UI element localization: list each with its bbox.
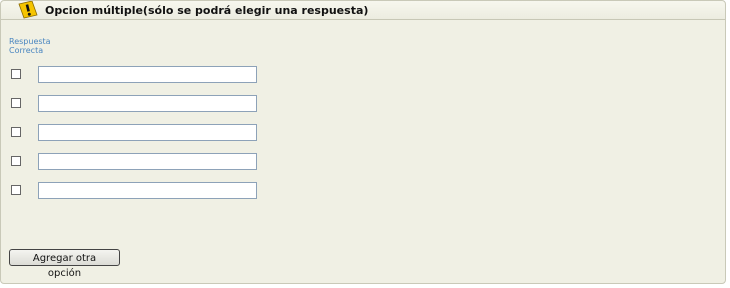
option-text-input[interactable] <box>38 66 257 83</box>
option-row <box>9 95 269 113</box>
warning-icon <box>17 0 39 21</box>
option-row <box>9 124 269 142</box>
option-row <box>9 153 269 171</box>
panel-header: Opcion múltiple(sólo se podrá elegir una… <box>1 0 725 21</box>
add-option-button[interactable]: Agregar otra opción <box>9 249 120 279</box>
column-header-line1: Respuesta <box>9 37 51 46</box>
correct-answer-checkbox[interactable] <box>11 98 21 108</box>
question-panel: Opcion múltiple(sólo se podrá elegir una… <box>0 0 726 284</box>
option-row <box>9 66 269 84</box>
correct-answer-column-header: Respuesta Correcta <box>9 37 69 55</box>
option-text-input[interactable] <box>38 153 257 170</box>
option-text-input[interactable] <box>38 95 257 112</box>
panel-title: Opcion múltiple(sólo se podrá elegir una… <box>45 4 369 17</box>
correct-answer-checkbox[interactable] <box>11 185 21 195</box>
correct-answer-checkbox[interactable] <box>11 156 21 166</box>
correct-answer-checkbox[interactable] <box>11 69 21 79</box>
option-row <box>9 182 269 200</box>
option-text-input[interactable] <box>38 182 257 199</box>
column-header-line2: Correcta <box>9 46 44 55</box>
correct-answer-checkbox[interactable] <box>11 127 21 137</box>
option-text-input[interactable] <box>38 124 257 141</box>
